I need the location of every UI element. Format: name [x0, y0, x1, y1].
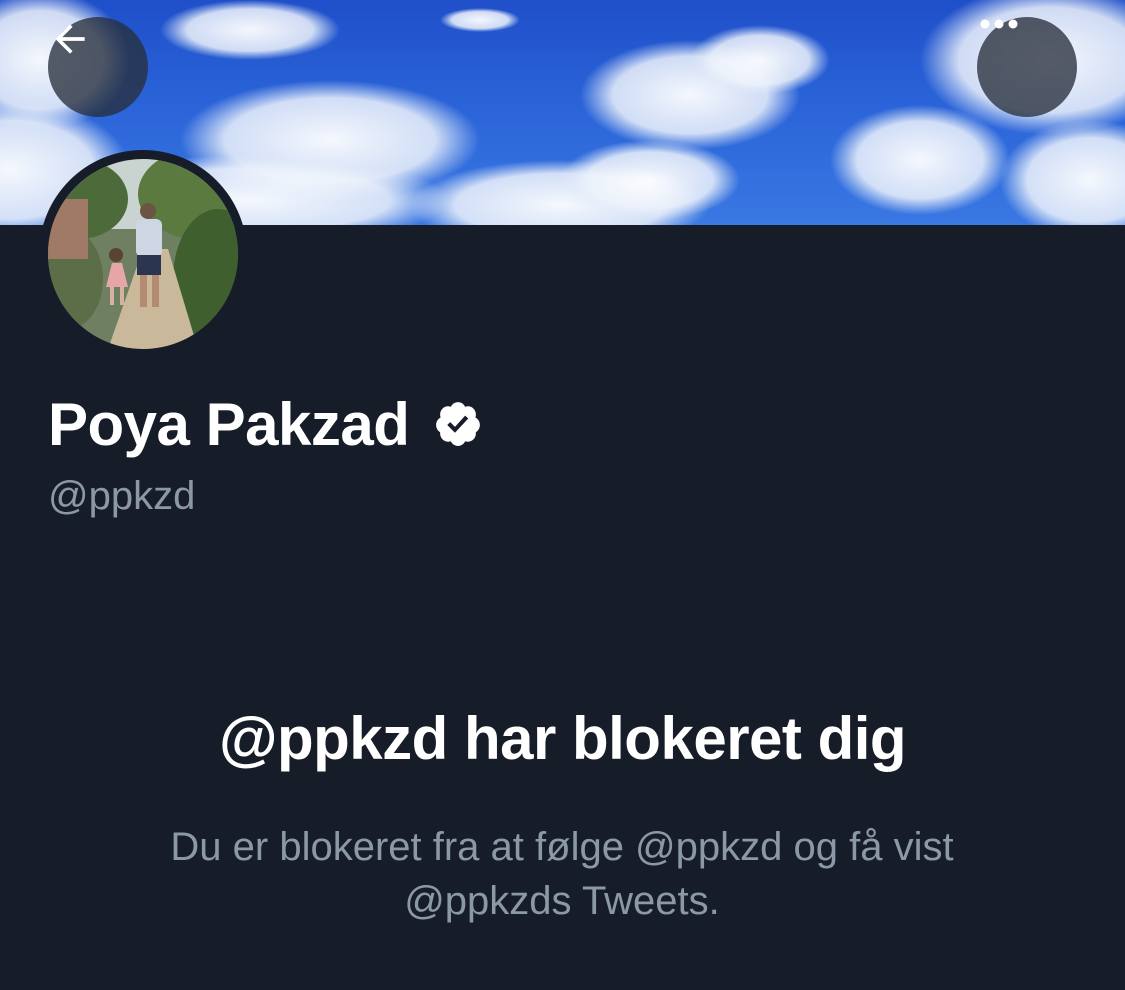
more-options-button[interactable]: [977, 17, 1077, 117]
blocked-description: Du er blokeret fra at følge @ppkzd og få…: [170, 825, 954, 923]
more-horizontal-icon: [980, 19, 1018, 29]
profile-handle: @ppkzd: [48, 474, 196, 518]
blocked-title: @ppkzd har blokeret dig: [218, 705, 907, 772]
arrow-left-icon: [55, 24, 85, 54]
avatar[interactable]: [39, 150, 247, 358]
display-name: Poya Pakzad: [48, 390, 410, 458]
verified-badge-icon: [433, 399, 483, 449]
name-row: Poya Pakzad: [48, 388, 483, 460]
profile-page: Poya Pakzad @ppkzd @ppkzd har blokeret d…: [0, 0, 1125, 990]
back-button[interactable]: [48, 17, 148, 117]
avatar-image: [48, 159, 238, 349]
